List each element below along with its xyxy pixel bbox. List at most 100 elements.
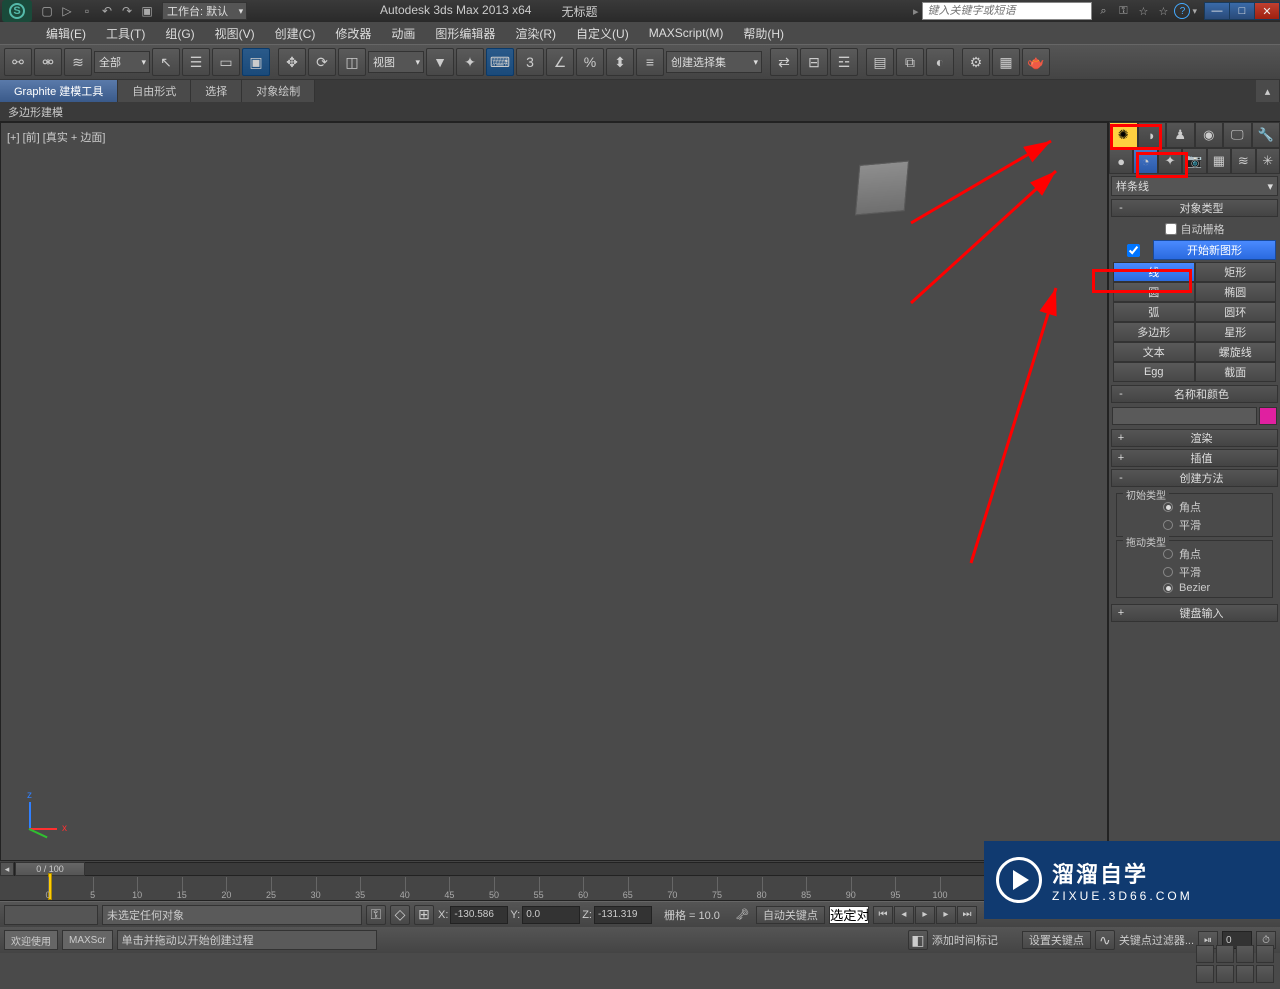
- keyboard-shortcut-icon[interactable]: ⌨: [486, 48, 514, 76]
- goto-end-icon[interactable]: ⏭: [957, 906, 977, 924]
- snap-3d-icon[interactable]: 3: [516, 48, 544, 76]
- new-icon[interactable]: ▢: [38, 2, 56, 20]
- obj-circle-button[interactable]: 圆: [1113, 282, 1195, 302]
- script-listener[interactable]: [4, 905, 98, 925]
- key-icon[interactable]: ⚿: [1114, 2, 1132, 20]
- maximize-button[interactable]: □: [1229, 2, 1255, 20]
- menu-tools[interactable]: 工具(T): [96, 22, 155, 44]
- obj-egg-button[interactable]: Egg: [1113, 362, 1195, 382]
- obj-ellipse-button[interactable]: 椭圆: [1195, 282, 1277, 302]
- coord-z-input[interactable]: -131.319: [594, 906, 652, 924]
- pivot-icon[interactable]: ▼: [426, 48, 454, 76]
- schematic-icon[interactable]: ⧉: [896, 48, 924, 76]
- redo-icon[interactable]: ↷: [118, 2, 136, 20]
- render-icon[interactable]: 🫖: [1022, 48, 1050, 76]
- spinner-snap-icon[interactable]: ⬍: [606, 48, 634, 76]
- utilities-tab-icon[interactable]: 🔧: [1252, 122, 1280, 148]
- star1-icon[interactable]: ☆: [1134, 2, 1152, 20]
- close-button[interactable]: ✕: [1254, 2, 1280, 20]
- rotate-icon[interactable]: ⟳: [308, 48, 336, 76]
- select-name-icon[interactable]: ☰: [182, 48, 210, 76]
- obj-donut-button[interactable]: 圆环: [1195, 302, 1277, 322]
- help-icon[interactable]: ?: [1174, 3, 1190, 19]
- xyz-icon[interactable]: ⊞: [414, 905, 434, 925]
- shapes-icon[interactable]: ◔: [1133, 148, 1157, 174]
- ribbon-tab-freeform[interactable]: 自由形式: [118, 80, 191, 102]
- init-smooth-radio[interactable]: 平滑: [1119, 516, 1270, 534]
- menu-animation[interactable]: 动画: [381, 22, 425, 44]
- tag-icon[interactable]: ◧: [908, 930, 928, 950]
- zoom-ext-icon[interactable]: [1236, 945, 1254, 963]
- newshape-checkbox[interactable]: [1127, 244, 1140, 257]
- menu-help[interactable]: 帮助(H): [733, 22, 794, 44]
- newshape-button[interactable]: 开始新图形: [1153, 240, 1276, 260]
- ribbon-tab-select[interactable]: 选择: [191, 80, 242, 102]
- zoom-all-icon[interactable]: [1216, 945, 1234, 963]
- spacewarps-icon[interactable]: ≋: [1231, 148, 1255, 174]
- mirror-icon[interactable]: ⇄: [770, 48, 798, 76]
- render-setup-icon[interactable]: ⚙: [962, 48, 990, 76]
- window-crossing-icon[interactable]: ▣: [242, 48, 270, 76]
- fov-icon[interactable]: [1196, 965, 1214, 983]
- drag-smooth-radio[interactable]: 平滑: [1119, 563, 1270, 581]
- curve-editor-icon[interactable]: ▤: [866, 48, 894, 76]
- addtime-label[interactable]: 添加时间标记: [932, 932, 998, 948]
- menu-edit[interactable]: 编辑(E): [36, 22, 96, 44]
- object-name-input[interactable]: [1112, 407, 1257, 425]
- menu-maxscript[interactable]: MAXScript(M): [639, 22, 734, 44]
- rollout-objtype[interactable]: -对象类型: [1111, 199, 1278, 217]
- save-icon[interactable]: ▫: [78, 2, 96, 20]
- ribbon-tab-graphite[interactable]: Graphite 建模工具: [0, 80, 118, 102]
- keyfilter-label[interactable]: 关键点过滤器...: [1119, 932, 1194, 948]
- project-icon[interactable]: ▣: [138, 2, 156, 20]
- edit-selset-icon[interactable]: ≡: [636, 48, 664, 76]
- manipulate-icon[interactable]: ✦: [456, 48, 484, 76]
- zoom-icon[interactable]: [1196, 945, 1214, 963]
- search-input[interactable]: [922, 2, 1092, 20]
- viewport[interactable]: [+] [前] [真实 + 边面]: [0, 122, 1108, 861]
- mat-editor-icon[interactable]: ◐: [926, 48, 954, 76]
- obj-text-button[interactable]: 文本: [1113, 342, 1195, 362]
- prev-frame-icon[interactable]: ◂: [894, 906, 914, 924]
- helpers-icon[interactable]: ▦: [1207, 148, 1231, 174]
- next-frame-icon[interactable]: ▸: [936, 906, 956, 924]
- menu-modifiers[interactable]: 修改器: [325, 22, 381, 44]
- star2-icon[interactable]: ☆: [1154, 2, 1172, 20]
- viewport-label[interactable]: [+] [前] [真实 + 边面]: [7, 129, 105, 145]
- obj-arc-button[interactable]: 弧: [1113, 302, 1195, 322]
- menu-views[interactable]: 视图(V): [205, 22, 265, 44]
- refcoord-dropdown[interactable]: 视图: [368, 51, 424, 73]
- coord-y-input[interactable]: 0.0: [522, 906, 580, 924]
- obj-rectangle-button[interactable]: 矩形: [1195, 262, 1277, 282]
- cameras-icon[interactable]: 📷: [1182, 148, 1206, 174]
- drag-bezier-radio[interactable]: Bezier: [1119, 581, 1270, 595]
- ribbon-collapse-icon[interactable]: ▴: [1256, 80, 1280, 102]
- obj-star-button[interactable]: 星形: [1195, 322, 1277, 342]
- open-icon[interactable]: ▷: [58, 2, 76, 20]
- keyset-input[interactable]: [829, 906, 869, 924]
- scale-icon[interactable]: ◫: [338, 48, 366, 76]
- menu-group[interactable]: 组(G): [155, 22, 204, 44]
- obj-section-button[interactable]: 截面: [1195, 362, 1277, 382]
- undo-icon[interactable]: ↶: [98, 2, 116, 20]
- obj-ngon-button[interactable]: 多边形: [1113, 322, 1195, 342]
- link-icon[interactable]: ⚯: [4, 48, 32, 76]
- unlink-icon[interactable]: ⚮: [34, 48, 62, 76]
- bind-spacewarp-icon[interactable]: ≋: [64, 48, 92, 76]
- minimize-button[interactable]: —: [1204, 2, 1230, 20]
- modify-tab-icon[interactable]: ◗: [1138, 122, 1167, 148]
- pan-icon[interactable]: [1216, 965, 1234, 983]
- menu-rendering[interactable]: 渲染(R): [505, 22, 566, 44]
- viewcube[interactable]: [855, 161, 909, 216]
- create-tab-icon[interactable]: ✺: [1109, 122, 1138, 148]
- menu-grapheditors[interactable]: 图形编辑器: [425, 22, 505, 44]
- keyfilter-icon[interactable]: ∿: [1095, 930, 1115, 950]
- workspace-dropdown[interactable]: 工作台: 默认: [162, 2, 247, 20]
- geometry-icon[interactable]: ●: [1109, 148, 1133, 174]
- menu-create[interactable]: 创建(C): [265, 22, 326, 44]
- rollout-interp[interactable]: +插值: [1111, 449, 1278, 467]
- menu-customize[interactable]: 自定义(U): [566, 22, 639, 44]
- layer-icon[interactable]: ☲: [830, 48, 858, 76]
- rect-region-icon[interactable]: ▭: [212, 48, 240, 76]
- display-tab-icon[interactable]: 🖵: [1223, 122, 1252, 148]
